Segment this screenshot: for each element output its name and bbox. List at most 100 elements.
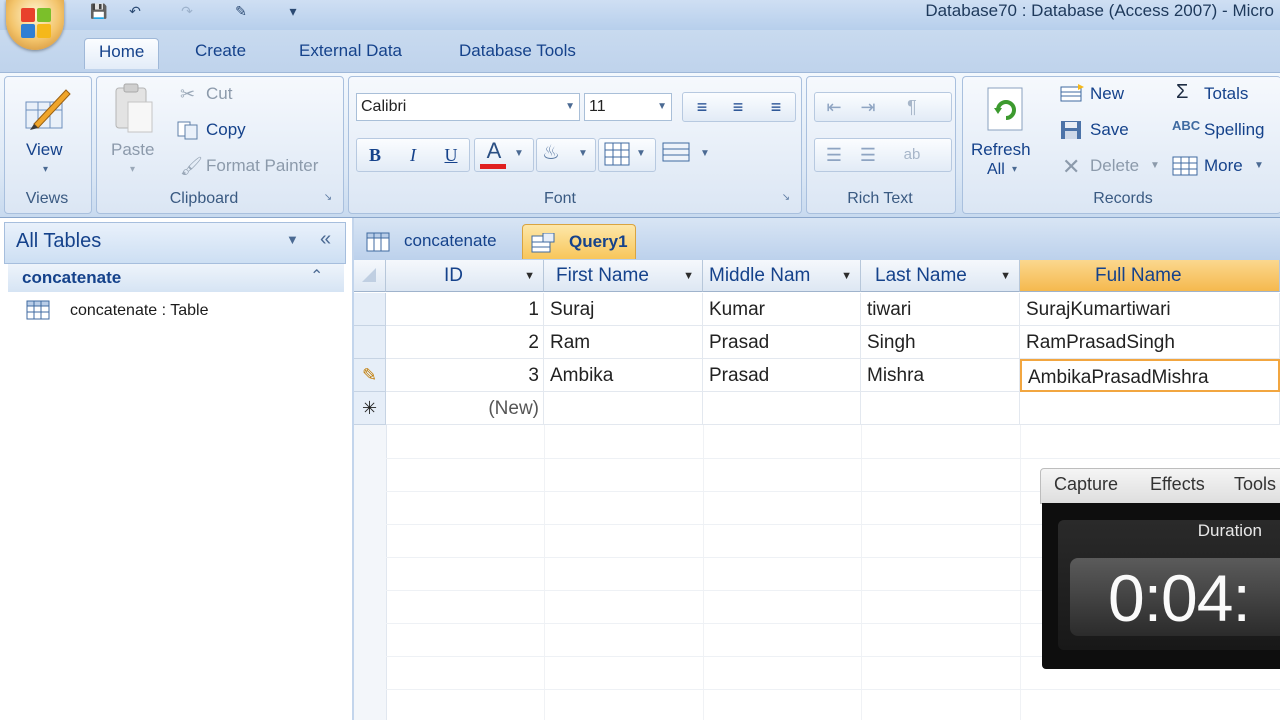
undo-icon[interactable]: ↶ xyxy=(126,2,144,20)
cell-last-name-new[interactable] xyxy=(861,392,1020,425)
chevron-down-icon[interactable]: ▼ xyxy=(514,148,524,159)
chevron-down-icon[interactable]: ▼ xyxy=(524,260,535,292)
font-name-select[interactable]: Calibri ▼ xyxy=(356,93,580,121)
font-launcher-icon[interactable]: ↘ xyxy=(780,192,792,204)
chevron-down-icon[interactable]: ▼ xyxy=(1254,160,1264,171)
save-icon[interactable]: 💾 xyxy=(90,2,108,20)
cell-first-name[interactable]: Ram xyxy=(544,326,703,359)
cell-last-name[interactable]: Mishra xyxy=(861,359,1020,392)
tab-home[interactable]: Home xyxy=(84,38,160,69)
view-button[interactable]: View xyxy=(26,140,63,160)
underline-button[interactable]: U xyxy=(434,140,468,170)
paragraph-icon[interactable]: ¶ xyxy=(896,92,928,122)
column-header-first-name[interactable]: First Name ▼ xyxy=(544,260,703,292)
copy-button[interactable]: Copy xyxy=(206,120,246,140)
save-record-button[interactable]: Save xyxy=(1090,120,1129,140)
recorder-tab-effects[interactable]: Effects xyxy=(1150,474,1205,495)
decrease-indent-icon[interactable]: ⇤ xyxy=(818,92,850,122)
chevron-down-icon[interactable]: ▼ xyxy=(1000,260,1011,292)
row-selector[interactable] xyxy=(354,293,386,326)
delete-button[interactable]: Delete xyxy=(1090,156,1139,176)
numbered-list-icon[interactable]: ☰ xyxy=(818,140,850,170)
clipboard-launcher-icon[interactable]: ↘ xyxy=(322,192,334,204)
editing-pencil-icon[interactable]: ✎ xyxy=(354,359,386,392)
cell-last-name[interactable]: Singh xyxy=(861,326,1020,359)
cell-middle-name[interactable]: Prasad xyxy=(703,326,861,359)
chevron-down-icon[interactable]: ▼ xyxy=(683,260,694,292)
cell-middle-name-new[interactable] xyxy=(703,392,861,425)
totals-button[interactable]: Totals xyxy=(1204,84,1248,104)
paste-dropdown-icon[interactable]: ▾ xyxy=(130,164,135,175)
more-button[interactable]: More xyxy=(1204,156,1243,176)
customize-qat-icon[interactable]: ▾ xyxy=(284,2,302,20)
column-header-label: Full Name xyxy=(1095,265,1182,286)
chevron-down-icon: ▼ xyxy=(565,101,575,112)
increase-indent-icon[interactable]: ⇥ xyxy=(852,92,884,122)
chevron-down-icon[interactable]: ▾ xyxy=(1012,164,1017,175)
totals-icon: Σ xyxy=(1176,81,1189,103)
doc-tab-query1[interactable]: Query1 xyxy=(522,224,636,259)
collapse-pane-icon[interactable]: « xyxy=(320,228,331,251)
cell-id[interactable]: 1 xyxy=(386,293,544,326)
select-all-corner[interactable] xyxy=(354,260,386,292)
align-left-icon[interactable]: ≡ xyxy=(684,92,720,122)
bulleted-list-icon[interactable]: ☰ xyxy=(852,140,884,170)
column-header-label: ID xyxy=(444,265,463,286)
align-center-icon[interactable]: ≡ xyxy=(720,92,756,122)
column-header-last-name[interactable]: Last Name ▼ xyxy=(861,260,1020,292)
alternate-fill-icon[interactable] xyxy=(662,142,690,162)
doc-tab-concatenate[interactable]: concatenate xyxy=(360,224,516,258)
chevron-down-icon[interactable]: ▼ xyxy=(841,260,852,292)
cell-first-name[interactable]: Ambika xyxy=(544,359,703,392)
edit-icon[interactable]: ✎ xyxy=(232,2,250,20)
align-right-icon[interactable]: ≡ xyxy=(758,92,794,122)
cell-middle-name[interactable]: Prasad xyxy=(703,359,861,392)
cell-id[interactable]: 2 xyxy=(386,326,544,359)
chevron-down-icon[interactable]: ▼ xyxy=(578,148,588,159)
view-dropdown-icon[interactable]: ▾ xyxy=(43,164,48,175)
spelling-button[interactable]: Spelling xyxy=(1204,120,1265,140)
cell-first-name[interactable]: Suraj xyxy=(544,293,703,326)
column-header-id[interactable]: ID ▼ xyxy=(386,260,544,292)
cell-id[interactable]: 3 xyxy=(386,359,544,392)
tab-database-tools[interactable]: Database Tools xyxy=(445,38,590,68)
cell-last-name[interactable]: tiwari xyxy=(861,293,1020,326)
paste-button[interactable]: Paste xyxy=(111,140,154,160)
cell-full-name[interactable]: RamPrasadSingh xyxy=(1020,326,1280,359)
recorder-tab-tools[interactable]: Tools xyxy=(1234,474,1276,495)
cell-full-name-new[interactable] xyxy=(1020,392,1280,425)
grid-divider xyxy=(544,425,545,720)
recorder-tab-capture[interactable]: Capture xyxy=(1054,474,1118,495)
column-header-middle-name[interactable]: Middle Nam ▼ xyxy=(703,260,861,292)
tab-create[interactable]: Create xyxy=(181,38,260,68)
bold-button[interactable]: B xyxy=(358,140,392,170)
fill-color-icon[interactable]: ♨ xyxy=(542,140,560,165)
cell-full-name-active[interactable]: AmbikaPrasadMishra xyxy=(1020,359,1280,392)
cell-middle-name[interactable]: Kumar xyxy=(703,293,861,326)
font-color-button[interactable]: A xyxy=(478,136,510,166)
chevron-down-icon[interactable]: ▼ xyxy=(636,148,646,159)
redo-icon[interactable]: ↷ xyxy=(178,2,196,20)
font-size-select[interactable]: 11 ▼ xyxy=(584,93,672,121)
chevron-down-icon[interactable]: ▼ xyxy=(1150,160,1160,171)
format-painter-button[interactable]: Format Painter xyxy=(206,156,318,176)
cut-button[interactable]: Cut xyxy=(206,84,232,104)
chevron-down-icon[interactable]: ▼ xyxy=(700,148,710,159)
italic-button[interactable]: I xyxy=(396,140,430,170)
text-highlight-icon[interactable]: ab xyxy=(896,140,928,170)
recorder-time-value: 0:04: xyxy=(1108,561,1251,635)
cell-full-name[interactable]: SurajKumartiwari xyxy=(1020,293,1280,326)
nav-menu-chevron-down-icon[interactable]: ▼ xyxy=(286,232,299,247)
gridlines-icon[interactable] xyxy=(604,142,630,166)
cell-id-new[interactable]: (New) xyxy=(386,392,544,425)
refresh-all-button[interactable]: Refresh xyxy=(971,140,1031,160)
column-header-full-name[interactable]: Full Name xyxy=(1020,260,1280,292)
new-record-button[interactable]: New xyxy=(1090,84,1124,104)
doc-tab-label: concatenate xyxy=(404,231,497,250)
more-icon xyxy=(1172,156,1198,176)
new-record-asterisk-icon[interactable]: ✳ xyxy=(354,392,386,425)
collapse-group-icon[interactable]: ⌃ xyxy=(310,266,323,286)
tab-external-data[interactable]: External Data xyxy=(285,38,416,68)
cell-first-name-new[interactable] xyxy=(544,392,703,425)
row-selector[interactable] xyxy=(354,326,386,359)
